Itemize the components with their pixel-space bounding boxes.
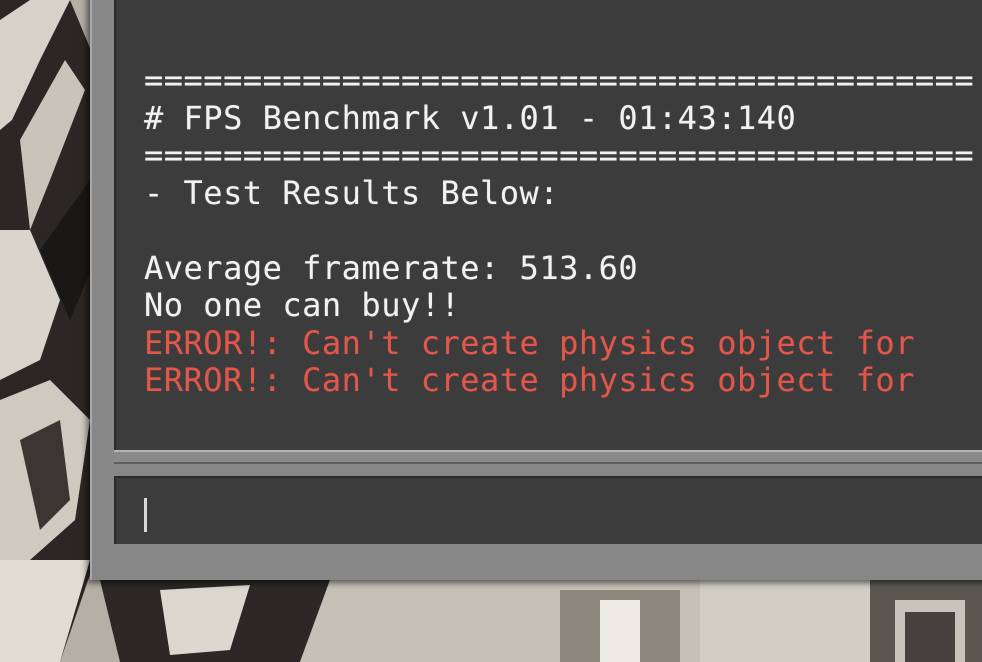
console-window: ========================================… <box>90 0 982 580</box>
average-framerate-line: Average framerate: 513.60 <box>144 248 639 287</box>
console-command-input[interactable] <box>114 476 982 544</box>
console-log: ========================================… <box>144 61 982 400</box>
separator-line: ========================================… <box>144 136 975 174</box>
error-line: ERROR!: Can't create physics object for <box>144 323 915 362</box>
error-line: ERROR!: Can't create physics object for <box>144 361 915 399</box>
console-output-panel: ========================================… <box>114 0 982 450</box>
message-line: No one can buy!! <box>144 286 461 324</box>
text-caret <box>144 498 147 532</box>
benchmark-title-line: # FPS Benchmark v1.01 - 01:43:140 <box>144 98 797 137</box>
results-heading-line: - Test Results Below: <box>144 173 560 212</box>
console-divider <box>114 450 982 464</box>
blank-line <box>144 212 982 250</box>
separator-line: ========================================… <box>144 61 975 99</box>
